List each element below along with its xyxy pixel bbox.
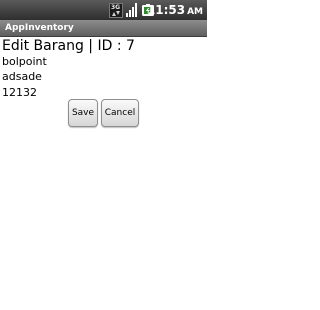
- status-bar: 3G 11:53 AM: [0, 0, 207, 20]
- 3g-data-icon: 3G: [109, 2, 123, 18]
- data-arrows-icon: [112, 10, 120, 16]
- form-heading: Edit Barang | ID : 7: [2, 38, 135, 54]
- status-time: 11:53 AM: [147, 2, 203, 18]
- field-item-description: adsade: [2, 70, 42, 83]
- clock-ampm: AM: [187, 7, 203, 17]
- field-item-name: bolpoint: [2, 55, 47, 68]
- app-title-bar: AppInventory: [0, 20, 207, 37]
- network-type-label: 3G: [111, 3, 121, 11]
- signal-icon: [126, 3, 137, 17]
- field-item-value: 12132: [2, 86, 37, 99]
- cancel-button[interactable]: Cancel: [101, 99, 139, 127]
- clock-time: 11:53: [146, 3, 186, 17]
- app-title: AppInventory: [5, 23, 74, 33]
- save-button[interactable]: Save: [68, 99, 98, 127]
